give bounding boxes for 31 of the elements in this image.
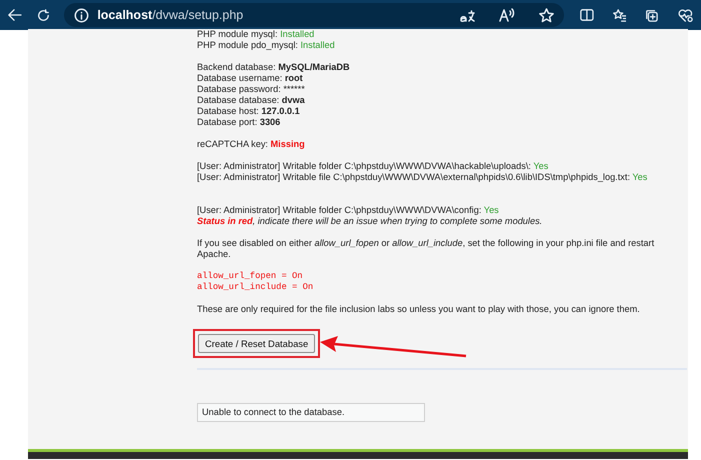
- create-reset-database-button[interactable]: Create / Reset Database: [198, 334, 316, 353]
- url-text[interactable]: localhost/dvwa/setup.php: [97, 6, 244, 24]
- translate-icon[interactable]: [459, 8, 476, 22]
- status-line: Database username: root: [197, 73, 303, 84]
- status-line: [User: Administrator] Writable file C:\phpstduy\WWW\DVWA\external\phpids\0.6\lib\IDS\tmp\phpids_log.txt: Yes: [197, 172, 648, 183]
- collections-icon[interactable]: [645, 8, 660, 22]
- back-icon[interactable]: [8, 8, 22, 22]
- status-message: Unable to connect to the database.: [197, 403, 425, 422]
- status-line: PHP module mysql: Installed: [197, 29, 314, 40]
- favorites-icon[interactable]: [612, 8, 626, 22]
- status-line: reCAPTCHA key: Missing: [197, 139, 305, 150]
- code-line: allow_url_fopen = On: [197, 271, 303, 282]
- refresh-icon[interactable]: [37, 8, 50, 22]
- status-line: Database port: 3306: [197, 117, 280, 128]
- code-line: allow_url_include = On: [197, 282, 314, 293]
- favorite-star-icon[interactable]: [539, 8, 554, 22]
- status-line: Database database: dvwa: [197, 95, 305, 106]
- heart-pulse-icon[interactable]: [678, 8, 693, 22]
- footnote-text: These are only required for the file inclusion labs so unless you want to play with those, you can ignore them.: [197, 304, 640, 315]
- status-line: [User: Administrator] Writable folder C:\phpstduy\WWW\DVWA\hackable\uploads\: Yes: [197, 161, 548, 172]
- status-line: PHP module pdo_mysql: Installed: [197, 40, 335, 51]
- read-aloud-icon[interactable]: [499, 8, 516, 22]
- status-line: Database password: ******: [197, 84, 305, 95]
- status-line: Database host: 127.0.0.1: [197, 106, 300, 117]
- status-line: [User: Administrator] Writable folder C:\phpstduy\WWW\DVWA\config: Yes: [197, 205, 499, 216]
- address-bar[interactable]: localhost/dvwa/setup.php: [64, 3, 564, 27]
- info-icon[interactable]: [74, 8, 90, 22]
- instructions-text: If you see disabled on either allow_url_fopen or allow_url_include, set the following in your php.ini file and restart Apache.: [197, 238, 656, 260]
- status-line: Backend database: MySQL/MariaDB: [197, 62, 350, 73]
- split-screen-icon[interactable]: [580, 8, 594, 22]
- status-note: Status in red, indicate there will be an issue when trying to complete some modules.: [197, 216, 542, 227]
